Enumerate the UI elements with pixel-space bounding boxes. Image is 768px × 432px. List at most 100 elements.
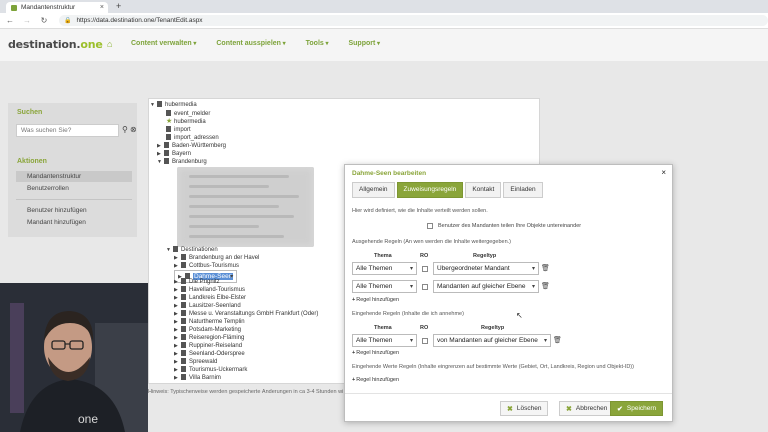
menu-content-ausspielen[interactable]: Content ausspielen bbox=[216, 40, 285, 49]
tree-node[interactable]: ▶ Landkreis Elbe-Elster bbox=[174, 294, 246, 302]
favicon-icon bbox=[11, 4, 17, 11]
folder-icon bbox=[166, 126, 171, 132]
tree-node[interactable]: ▶ Lausitzer-Seenland bbox=[174, 302, 241, 310]
tree-node-destinationen[interactable]: ▼ Destinationen bbox=[166, 246, 218, 254]
main-menu: ⌂ Content verwalten Content ausspielen T… bbox=[107, 40, 400, 49]
folder-icon bbox=[166, 110, 171, 116]
tab-kontakt[interactable]: Kontakt bbox=[465, 182, 502, 198]
tree-node[interactable]: ▶ Potsdam-Marketing bbox=[174, 326, 241, 334]
logo[interactable]: destination.one bbox=[8, 38, 103, 51]
browser-tab[interactable]: Mandantenstruktur × bbox=[6, 2, 108, 13]
search-icon[interactable]: ⚲ bbox=[122, 125, 128, 134]
plus-icon: + bbox=[352, 297, 356, 303]
tree-node[interactable]: ▶ Seenland-Oderspree bbox=[174, 350, 245, 358]
tree-root[interactable]: ▼ hubermedia bbox=[150, 101, 197, 109]
actions-heading: Aktionen bbox=[17, 158, 47, 165]
tab-allgemein[interactable]: Allgemein bbox=[352, 182, 395, 198]
add-value-rule-link[interactable]: +Regel hinzufügen bbox=[352, 377, 399, 383]
add-incoming-rule-link[interactable]: +Regel hinzufügen bbox=[352, 350, 399, 356]
delete-button[interactable]: ✖ Löschen bbox=[500, 401, 549, 416]
sidebar-item-benutzer-hinzufuegen[interactable]: Benutzer hinzufügen bbox=[16, 205, 132, 216]
folder-icon bbox=[173, 246, 178, 252]
reload-icon[interactable]: ↻ bbox=[37, 16, 51, 25]
tab-close-icon[interactable]: × bbox=[100, 4, 104, 11]
close-icon[interactable]: × bbox=[661, 168, 666, 177]
outgoing-ro-checkbox[interactable] bbox=[422, 266, 428, 272]
search-input[interactable]: Was suchen Sie? bbox=[16, 124, 119, 137]
expand-arrow-icon[interactable]: ▼ bbox=[166, 246, 173, 254]
tree-node[interactable]: ▶ Havelland-Tourismus bbox=[174, 286, 245, 294]
tree-node[interactable]: ▶ Brandenburg an der Havel bbox=[174, 254, 259, 262]
col-ro: RO bbox=[420, 253, 429, 259]
tree-node[interactable]: ▶ Messe u. Veranstaltungs GmbH Frankfurt … bbox=[174, 310, 318, 318]
tree-node[interactable]: event_melder bbox=[166, 110, 210, 118]
sidebar-item-mandant-hinzufuegen[interactable]: Mandant hinzufügen bbox=[16, 217, 132, 228]
forward-icon[interactable]: → bbox=[20, 16, 34, 25]
outgoing-thema-select[interactable]: Alle Themen bbox=[352, 262, 417, 275]
col-thema: Thema bbox=[374, 253, 392, 259]
tree-node[interactable]: ▶ Naturtherme Templin bbox=[174, 318, 245, 326]
tree-node[interactable]: ▶ Spreewald bbox=[174, 358, 217, 366]
svg-text:one: one bbox=[78, 412, 98, 426]
tree-node[interactable]: ★ hubermedia bbox=[166, 118, 206, 126]
tree-node[interactable]: ▶ Bayern bbox=[157, 150, 191, 158]
tree-node[interactable]: ▶ Tourismus-Uckermark bbox=[174, 366, 247, 374]
tree-node[interactable]: import bbox=[166, 126, 191, 134]
menu-tools[interactable]: Tools bbox=[306, 40, 329, 49]
outgoing-ro-checkbox[interactable] bbox=[422, 284, 428, 290]
tree-node[interactable]: import_adressen bbox=[166, 134, 219, 142]
share-objects-checkbox[interactable] bbox=[427, 223, 433, 229]
tree-node[interactable]: ▶ Villa Barnim bbox=[174, 374, 221, 382]
dialog-footer-divider bbox=[345, 393, 672, 394]
tree-node[interactable]: ▶ Baden-Württemberg bbox=[157, 142, 226, 150]
trash-icon[interactable]: 🗑 bbox=[553, 336, 562, 344]
tab-title: Mandantenstruktur bbox=[21, 4, 76, 11]
menu-support[interactable]: Support bbox=[348, 40, 380, 49]
col-regeltyp: Regeltyp bbox=[481, 325, 505, 331]
folder-icon bbox=[157, 101, 162, 107]
expand-arrow-icon[interactable]: ▼ bbox=[150, 101, 157, 109]
logo-accent: one bbox=[80, 38, 103, 51]
col-thema: Thema bbox=[374, 325, 392, 331]
incoming-ro-checkbox[interactable] bbox=[422, 338, 428, 344]
new-tab-button[interactable]: + bbox=[116, 1, 121, 11]
menu-content-verwalten[interactable]: Content verwalten bbox=[131, 40, 196, 49]
sidebar-item-benutzerrollen[interactable]: Benutzerrollen bbox=[16, 183, 132, 194]
tree-node[interactable]: ▶ Die Prignitz bbox=[174, 278, 220, 286]
x-icon: ✖ bbox=[507, 405, 513, 413]
check-icon: ✔ bbox=[617, 405, 623, 413]
incoming-regeltyp-select[interactable]: von Mandanten auf gleicher Ebene bbox=[433, 334, 551, 347]
expand-arrow-icon[interactable]: ▼ bbox=[157, 158, 164, 166]
sidebar-item-mandantenstruktur[interactable]: Mandantenstruktur bbox=[16, 171, 132, 182]
address-bar: ← → ↻ 🔒 https://data.destination.one/Ten… bbox=[0, 13, 768, 29]
home-icon[interactable]: ⌂ bbox=[107, 40, 121, 49]
share-objects-option[interactable]: Benutzer des Mandanten teilen Ihre Objek… bbox=[427, 223, 581, 229]
url-text: https://data.destination.one/TenantEdit.… bbox=[76, 17, 203, 24]
back-icon[interactable]: ← bbox=[3, 16, 17, 25]
plus-icon: + bbox=[352, 377, 356, 383]
clear-icon[interactable]: ⊗ bbox=[130, 125, 137, 134]
outgoing-regeltyp-select[interactable]: Übergeordneter Mandant bbox=[433, 262, 539, 275]
browser-tabbar: Mandantenstruktur × + bbox=[0, 0, 768, 13]
tab-zuweisungsregeln[interactable]: Zuweisungsregeln bbox=[396, 182, 464, 198]
tree-node[interactable]: ▼ Brandenburg bbox=[157, 158, 207, 166]
outgoing-regeltyp-select[interactable]: Mandanten auf gleicher Ebene bbox=[433, 280, 539, 293]
sidebar: Suchen Was suchen Sie? ⚲ ⊗ Aktionen Mand… bbox=[8, 103, 137, 237]
folder-icon bbox=[164, 158, 169, 164]
tab-einladen[interactable]: Einladen bbox=[503, 182, 543, 198]
outgoing-thema-select[interactable]: Alle Themen bbox=[352, 280, 417, 293]
sidebar-divider bbox=[16, 199, 132, 200]
tree-node[interactable]: ▶ Reiseregion-Fläming bbox=[174, 334, 244, 342]
tree-node[interactable]: ▶ Cottbus-Tourismus bbox=[174, 262, 239, 270]
add-outgoing-rule-link[interactable]: +Regel hinzufügen bbox=[352, 297, 399, 303]
cancel-button[interactable]: ✖ Abbrechen bbox=[559, 401, 615, 416]
expand-arrow-icon[interactable]: ▶ bbox=[157, 142, 164, 150]
incoming-thema-select[interactable]: Alle Themen bbox=[352, 334, 417, 347]
save-button[interactable]: ✔ Speichern bbox=[610, 401, 664, 416]
tree-node[interactable]: ▶ Ruppiner-Reiseland bbox=[174, 342, 242, 350]
trash-icon[interactable]: 🗑 bbox=[541, 264, 550, 272]
url-field[interactable]: 🔒 https://data.destination.one/TenantEdi… bbox=[58, 15, 768, 26]
expand-arrow-icon[interactable]: ▶ bbox=[157, 150, 164, 158]
mouse-cursor-icon: ↖ bbox=[516, 311, 523, 320]
trash-icon[interactable]: 🗑 bbox=[541, 282, 550, 290]
